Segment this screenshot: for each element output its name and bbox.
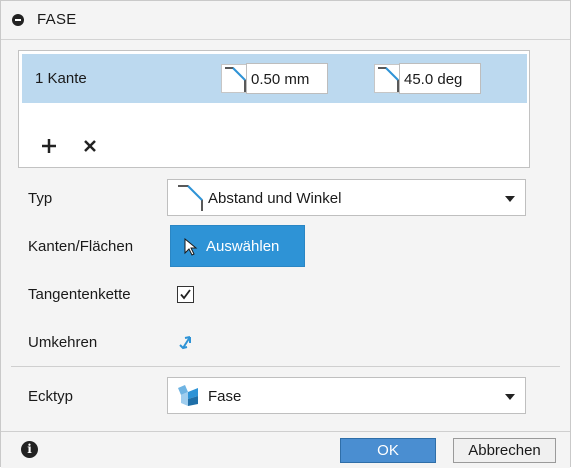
corner-type-value: Fase	[208, 388, 242, 405]
select-button[interactable]: Auswählen	[170, 225, 305, 267]
tangent-chain-label: Tangentenkette	[28, 286, 131, 303]
cursor-arrow-icon	[183, 237, 199, 260]
select-button-label: Auswählen	[206, 238, 280, 255]
corner-type-dropdown[interactable]: Fase	[167, 377, 526, 414]
selection-list: 1 Kante 0.50 mm 45.0 deg	[18, 50, 530, 168]
chevron-down-icon	[505, 394, 515, 400]
distance-input[interactable]: 0.50 mm	[246, 63, 328, 94]
flip-icon[interactable]	[177, 331, 197, 357]
section-divider	[11, 366, 560, 367]
tangent-chain-checkbox[interactable]	[177, 286, 194, 303]
type-label: Typ	[28, 190, 53, 207]
type-dropdown-value: Abstand und Winkel	[208, 190, 342, 207]
add-icon[interactable]	[38, 135, 60, 157]
selection-row-label: 1 Kante	[35, 70, 87, 87]
cancel-button[interactable]: Abbrechen	[453, 438, 556, 463]
dialog-titlebar[interactable]: FASE	[1, 1, 570, 40]
edges-label: Kanten/Flächen	[28, 238, 134, 255]
chevron-down-icon	[505, 196, 515, 202]
flip-label: Umkehren	[28, 334, 98, 351]
checkmark-icon	[180, 289, 191, 300]
collapse-icon[interactable]	[12, 14, 24, 26]
dialog-footer: i OK Abbrechen	[1, 431, 570, 468]
corner-chamfer-icon	[176, 384, 200, 412]
corner-type-label: Ecktyp	[28, 388, 74, 405]
angle-input[interactable]: 45.0 deg	[399, 63, 481, 94]
chamfer-type-icon	[176, 184, 204, 216]
remove-icon[interactable]	[79, 135, 101, 157]
ok-button[interactable]: OK	[340, 438, 436, 463]
dialog-title: FASE	[37, 11, 77, 28]
distance-icon	[221, 64, 247, 93]
chamfer-dialog: FASE 1 Kante 0.50 mm 45.0 deg Typ Abstan…	[0, 0, 571, 468]
selection-row[interactable]: 1 Kante 0.50 mm 45.0 deg	[22, 54, 527, 103]
angle-icon	[374, 64, 400, 93]
type-dropdown[interactable]: Abstand und Winkel	[167, 179, 526, 216]
info-icon[interactable]: i	[21, 441, 38, 458]
